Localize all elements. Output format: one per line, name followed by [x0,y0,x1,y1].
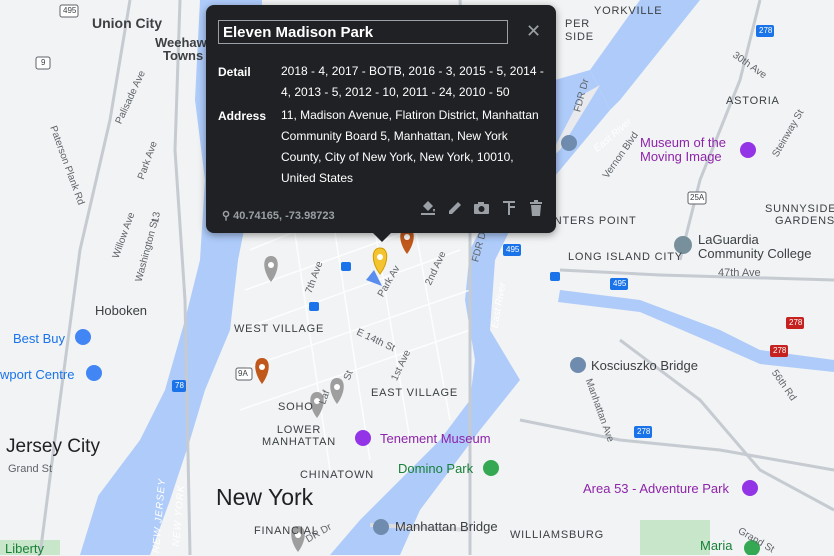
label-sunnyside: SUNNYSIDE [765,203,834,215]
camera-icon[interactable] [473,199,490,216]
trash-icon[interactable] [527,199,544,216]
label-union-city: Union City [92,15,162,31]
label-domino-park[interactable]: Domino Park [398,461,473,476]
label-west-village: WEST VILLAGE [234,323,325,335]
detail-value: 2018 - 4, 2017 - BOTB, 2016 - 3, 2015 - … [281,64,544,99]
pencil-icon[interactable] [446,199,463,216]
place-title-input[interactable] [218,20,508,44]
label-east-village: EAST VILLAGE [371,387,459,399]
popup-toolbar [419,199,544,216]
label-williamsburg: WILLIAMSBURG [510,529,604,541]
label-tenement-museum[interactable]: Tenement Museum [380,431,491,446]
label-per: PER [565,18,591,30]
label-manhattan-bridge[interactable]: Manhattan Bridge [395,519,498,534]
label-13: 13 [150,211,163,224]
label-yorkville: YORKVILLE [594,5,663,17]
route-icon[interactable] [500,199,517,216]
shield-278: 278 [773,346,787,355]
detail-label: Detail [218,65,251,79]
shield-278: 278 [637,427,651,436]
label-best-buy[interactable]: Best Buy [13,331,65,346]
label-hoboken: Hoboken [95,303,148,318]
close-icon[interactable]: ✕ [526,21,541,42]
label-area-53[interactable]: Area 53 - Adventure Park [583,481,729,496]
paint-bucket-icon[interactable] [419,199,436,216]
label-chinatown: CHINATOWN [300,469,375,481]
label-liberty[interactable]: Liberty [5,541,44,556]
label-gardens: GARDENS [775,215,834,227]
shield-278: 278 [789,318,803,327]
park-icon[interactable] [483,460,499,476]
transit-icon[interactable] [550,272,560,281]
museum-icon[interactable] [740,142,756,158]
coordinates: ⚲ 40.74165, -73.98723 [222,209,335,222]
transit-icon[interactable] [309,302,319,311]
label-jersey-city: Jersey City [6,436,100,457]
label-soho: SOHO [278,401,314,413]
shopping-icon[interactable] [86,365,102,381]
shield-25a: 25A [690,193,705,202]
shield-78: 78 [175,381,184,390]
transit-icon[interactable] [341,262,351,271]
shield-278: 278 [759,26,773,35]
label-hunters-point: UNTERS POINT [545,215,637,227]
bridge-icon[interactable] [373,519,389,535]
location-pin-icon: ⚲ [222,210,231,222]
label-long-island-city: LONG ISLAND CITY [568,251,683,263]
place-popup: ✕ Detail 2018 - 4, 2017 - BOTB, 2016 - 3… [206,5,556,242]
label-maria[interactable]: Maria [700,538,733,553]
label-newport-centre[interactable]: wport Centre [0,367,74,382]
coordinates-text: 40.74165, -73.98723 [233,210,335,222]
bridge-icon[interactable] [570,357,586,373]
label-grand-st: Grand St [8,463,53,475]
label-kosciuszko-bridge[interactable]: Kosciuszko Bridge [591,358,698,373]
shield-9a: 9A [238,369,248,378]
label-township: Towns [163,48,204,63]
shield-495: 495 [63,6,77,15]
shield-495: 495 [506,245,520,254]
label-laguardia[interactable]: LaGuardia Community College [698,233,811,261]
label-side: SIDE [565,31,594,43]
label-lower-manhattan: LOWER MANHATTAN [262,424,337,448]
label-astoria: ASTORIA [726,95,780,107]
shield-495: 495 [613,279,627,288]
museum-icon[interactable] [355,430,371,446]
shopping-icon[interactable] [75,329,91,345]
label-new-york: New York [216,484,314,510]
museum-icon[interactable] [561,135,577,151]
attraction-icon[interactable] [742,480,758,496]
address-label: Address [218,109,267,123]
label-47th-ave: 47th Ave [718,267,761,279]
label-museum-moving-image[interactable]: Museum of the Moving Image [640,136,726,164]
shield-9: 9 [41,58,46,67]
address-value: 11, Madison Avenue, Flatiron District, M… [281,108,539,185]
